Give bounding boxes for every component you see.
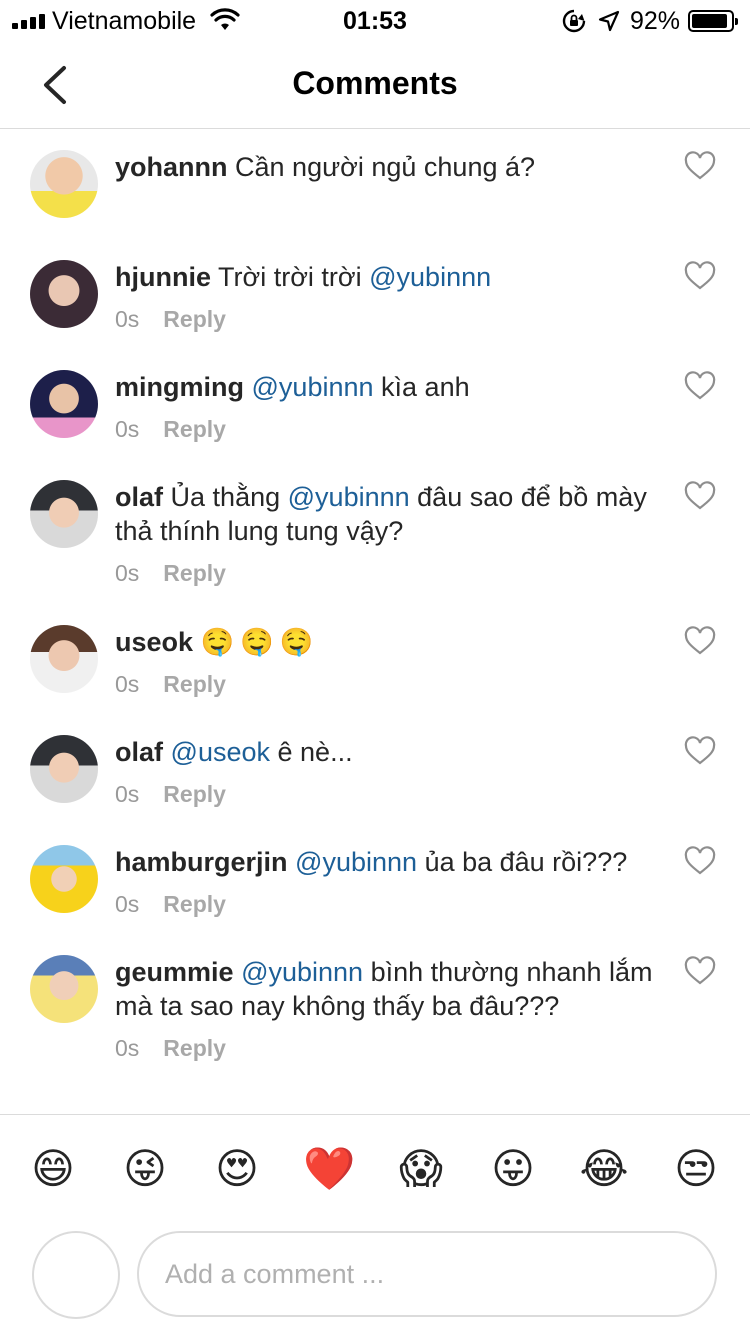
comment-item: hamburgerjin @yubinnn ủa ba đâu rồi??? 0… xyxy=(0,825,750,935)
screaming-emoji-icon[interactable]: 😱 xyxy=(395,1143,447,1195)
like-heart-icon[interactable] xyxy=(684,371,716,401)
avatar[interactable] xyxy=(30,955,98,1023)
heart-eyes-emoji-icon[interactable]: 😍 xyxy=(211,1143,263,1195)
red-heart-emoji-icon[interactable]: ❤️ xyxy=(303,1143,355,1195)
winking-tongue-emoji-icon[interactable]: 😜 xyxy=(119,1143,171,1195)
location-arrow-icon xyxy=(598,10,620,32)
avatar[interactable] xyxy=(30,370,98,438)
battery-icon xyxy=(688,10,738,32)
comment-time: 0s xyxy=(115,781,140,807)
comment-mention[interactable]: @yubinnn xyxy=(252,372,374,402)
battery-percentage: 92% xyxy=(630,7,681,35)
comment-mention[interactable]: @useok xyxy=(171,737,270,767)
composer-avatar xyxy=(32,1231,120,1319)
comment-time: 0s xyxy=(115,671,140,697)
comment-username[interactable]: hamburgerjin xyxy=(115,847,288,877)
header: Comments xyxy=(0,40,750,129)
avatar[interactable] xyxy=(30,735,98,803)
comment-username[interactable]: olaf xyxy=(115,737,163,767)
reply-button[interactable]: Reply xyxy=(163,560,226,586)
comment-username[interactable]: hjunnie xyxy=(115,262,211,292)
comment-item: mingming @yubinnn kìa anh 0s Reply xyxy=(0,350,750,460)
avatar[interactable] xyxy=(30,625,98,693)
comment-username[interactable]: geummie xyxy=(115,957,234,987)
rotation-lock-icon xyxy=(562,9,586,33)
like-heart-icon[interactable] xyxy=(684,846,716,876)
reply-button[interactable]: Reply xyxy=(163,306,226,332)
avatar[interactable] xyxy=(30,150,98,218)
comment-mention[interactable]: @yubinnn xyxy=(295,847,417,877)
comment-item: hjunnie Trời trời trời @yubinnn 0s Reply xyxy=(0,240,750,350)
comment-item: yohannn Cần người ngủ chung á? xyxy=(0,130,750,240)
divider xyxy=(0,1114,750,1115)
comment-emoji-text: 🤤🤤🤤 xyxy=(200,627,320,657)
comment-time: 0s xyxy=(115,560,140,586)
like-heart-icon[interactable] xyxy=(684,626,716,656)
tears-of-joy-emoji-icon[interactable]: 😂 xyxy=(578,1143,630,1195)
comment-username[interactable]: yohannn xyxy=(115,152,228,182)
like-heart-icon[interactable] xyxy=(684,481,716,511)
comment-input[interactable] xyxy=(137,1231,717,1317)
reply-button[interactable]: Reply xyxy=(163,781,226,807)
like-heart-icon[interactable] xyxy=(684,736,716,766)
status-bar: Vietnamobile 01:53 92% xyxy=(0,0,750,40)
comment-mention[interactable]: @yubinnn xyxy=(241,957,363,987)
comment-mention[interactable]: @yubinnn xyxy=(369,262,491,292)
comment-item: useok 🤤🤤🤤 0s Reply xyxy=(0,605,750,715)
reply-button[interactable]: Reply xyxy=(163,671,226,697)
comment-text: ủa ba đâu rồi??? xyxy=(424,847,628,877)
comment-item: geummie @yubinnn bình thường nhanh lắm m… xyxy=(0,935,750,1085)
like-heart-icon[interactable] xyxy=(684,956,716,986)
comment-item: olaf @useok ê nè... 0s Reply xyxy=(0,715,750,825)
reply-button[interactable]: Reply xyxy=(163,416,226,442)
emoji-quick-bar: 😄 😜 😍 ❤️ 😱 😛 😂 😒 xyxy=(0,1135,750,1203)
grinning-emoji-icon[interactable]: 😄 xyxy=(27,1143,79,1195)
comment-mention[interactable]: @yubinnn xyxy=(288,482,410,512)
comment-text: Cần người ngủ chung á? xyxy=(235,152,536,182)
reply-button[interactable]: Reply xyxy=(163,1035,226,1061)
avatar[interactable] xyxy=(30,480,98,548)
like-heart-icon[interactable] xyxy=(684,261,716,291)
comment-text: Ủa thằng xyxy=(170,482,281,512)
comment-time: 0s xyxy=(115,1035,140,1061)
comment-username[interactable]: olaf xyxy=(115,482,163,512)
comment-time: 0s xyxy=(115,306,140,332)
comment-text: kìa anh xyxy=(381,372,470,402)
comment-username[interactable]: mingming xyxy=(115,372,244,402)
comment-username[interactable]: useok xyxy=(115,627,193,657)
comment-time: 0s xyxy=(115,416,140,442)
avatar[interactable] xyxy=(30,845,98,913)
tongue-out-emoji-icon[interactable]: 😛 xyxy=(487,1143,539,1195)
avatar[interactable] xyxy=(30,260,98,328)
comment-time: 0s xyxy=(115,891,140,917)
comment-item: olaf Ủa thằng @yubinnn đâu sao để bồ mày… xyxy=(0,460,750,605)
comment-text: Trời trời trời xyxy=(218,262,362,292)
comment-text: ê nè... xyxy=(277,737,353,767)
like-heart-icon[interactable] xyxy=(684,151,716,181)
page-title: Comments xyxy=(292,65,458,101)
unamused-emoji-icon[interactable]: 😒 xyxy=(670,1143,722,1195)
reply-button[interactable]: Reply xyxy=(163,891,226,917)
